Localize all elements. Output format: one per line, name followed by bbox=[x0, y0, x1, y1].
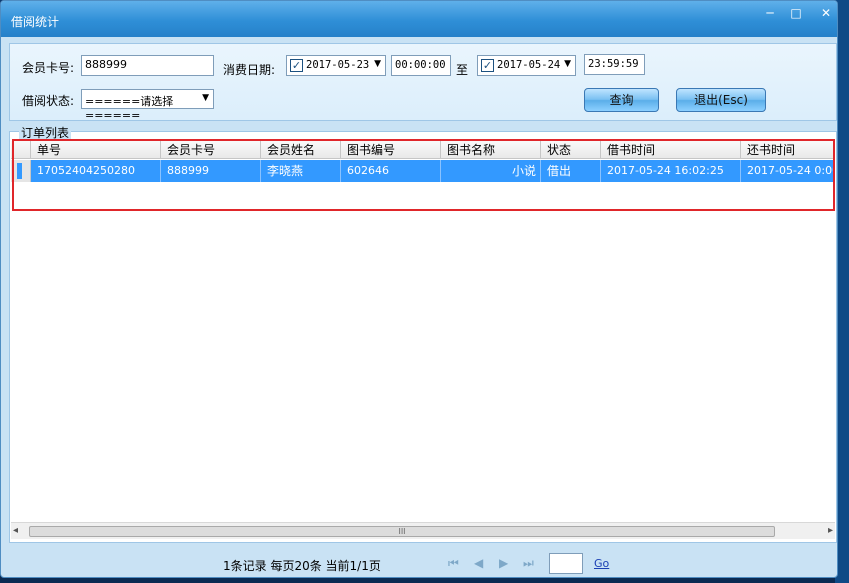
start-date-picker[interactable]: ✓ 2017-05-23 ▼ bbox=[286, 55, 386, 76]
minimize-icon[interactable]: ─ bbox=[759, 6, 781, 22]
status-select-value: ======请选择====== bbox=[85, 95, 174, 122]
horizontal-scrollbar[interactable]: ◂ III ▸ bbox=[11, 522, 835, 539]
chevron-down-icon[interactable]: ▼ bbox=[564, 59, 571, 69]
scroll-left-icon[interactable]: ◂ bbox=[13, 525, 18, 536]
card-input[interactable]: 888999 bbox=[81, 55, 214, 76]
status-label: 借阅状态: bbox=[22, 94, 75, 108]
last-page-icon[interactable]: ⏭ bbox=[523, 556, 534, 571]
borrow-stats-window: 借阅统计 ─ □ ✕ 会员卡号: 888999 消费日期: ✓ 2017-05-… bbox=[0, 0, 838, 578]
chevron-down-icon[interactable]: ▼ bbox=[202, 93, 209, 103]
start-date-value: 2017-05-23 bbox=[306, 59, 370, 71]
close-icon[interactable]: ✕ bbox=[815, 6, 837, 22]
end-time-value: 23:59:59 bbox=[588, 58, 639, 70]
card-input-value: 888999 bbox=[85, 58, 127, 71]
maximize-icon[interactable]: □ bbox=[785, 6, 807, 22]
window-title: 借阅统计 bbox=[11, 15, 60, 29]
status-select[interactable]: ======请选择====== ▼ bbox=[81, 89, 214, 122]
scroll-right-icon[interactable]: ▸ bbox=[828, 525, 833, 536]
title-bar[interactable]: 借阅统计 ─ □ ✕ bbox=[1, 1, 837, 37]
first-page-icon[interactable]: ⏮ bbox=[448, 556, 459, 571]
exit-button[interactable]: 退出(Esc) bbox=[676, 88, 766, 112]
filter-panel: 会员卡号: 888999 消费日期: ✓ 2017-05-23 ▼ 00:00:… bbox=[9, 43, 837, 122]
page-number-input[interactable] bbox=[549, 553, 583, 574]
start-time-input[interactable]: 00:00:00 bbox=[391, 55, 451, 76]
date-label: 消费日期: bbox=[223, 63, 276, 77]
query-button[interactable]: 查询 bbox=[584, 88, 659, 112]
chevron-down-icon[interactable]: ▼ bbox=[374, 59, 381, 69]
start-date-checkbox[interactable]: ✓ bbox=[290, 59, 303, 72]
next-page-icon[interactable]: ▶ bbox=[499, 556, 508, 570]
end-date-value: 2017-05-24 bbox=[497, 59, 561, 71]
card-label: 会员卡号: bbox=[22, 61, 75, 75]
prev-page-icon[interactable]: ◀ bbox=[474, 556, 483, 570]
pager: 1条记录 每页20条 当前1/1页 ⏮ ◀ ▶ ⏭ Go bbox=[1, 549, 837, 577]
to-label: 至 bbox=[456, 63, 469, 77]
end-date-picker[interactable]: ✓ 2017-05-24 ▼ bbox=[477, 55, 576, 76]
start-time-value: 00:00:00 bbox=[395, 59, 446, 71]
scroll-thumb[interactable]: III bbox=[29, 526, 775, 537]
go-link[interactable]: Go bbox=[594, 557, 609, 570]
end-time-input[interactable]: 23:59:59 bbox=[584, 54, 645, 75]
pager-info: 1条记录 每页20条 当前1/1页 bbox=[223, 559, 381, 573]
highlight-box bbox=[12, 139, 835, 211]
end-date-checkbox[interactable]: ✓ bbox=[481, 59, 494, 72]
